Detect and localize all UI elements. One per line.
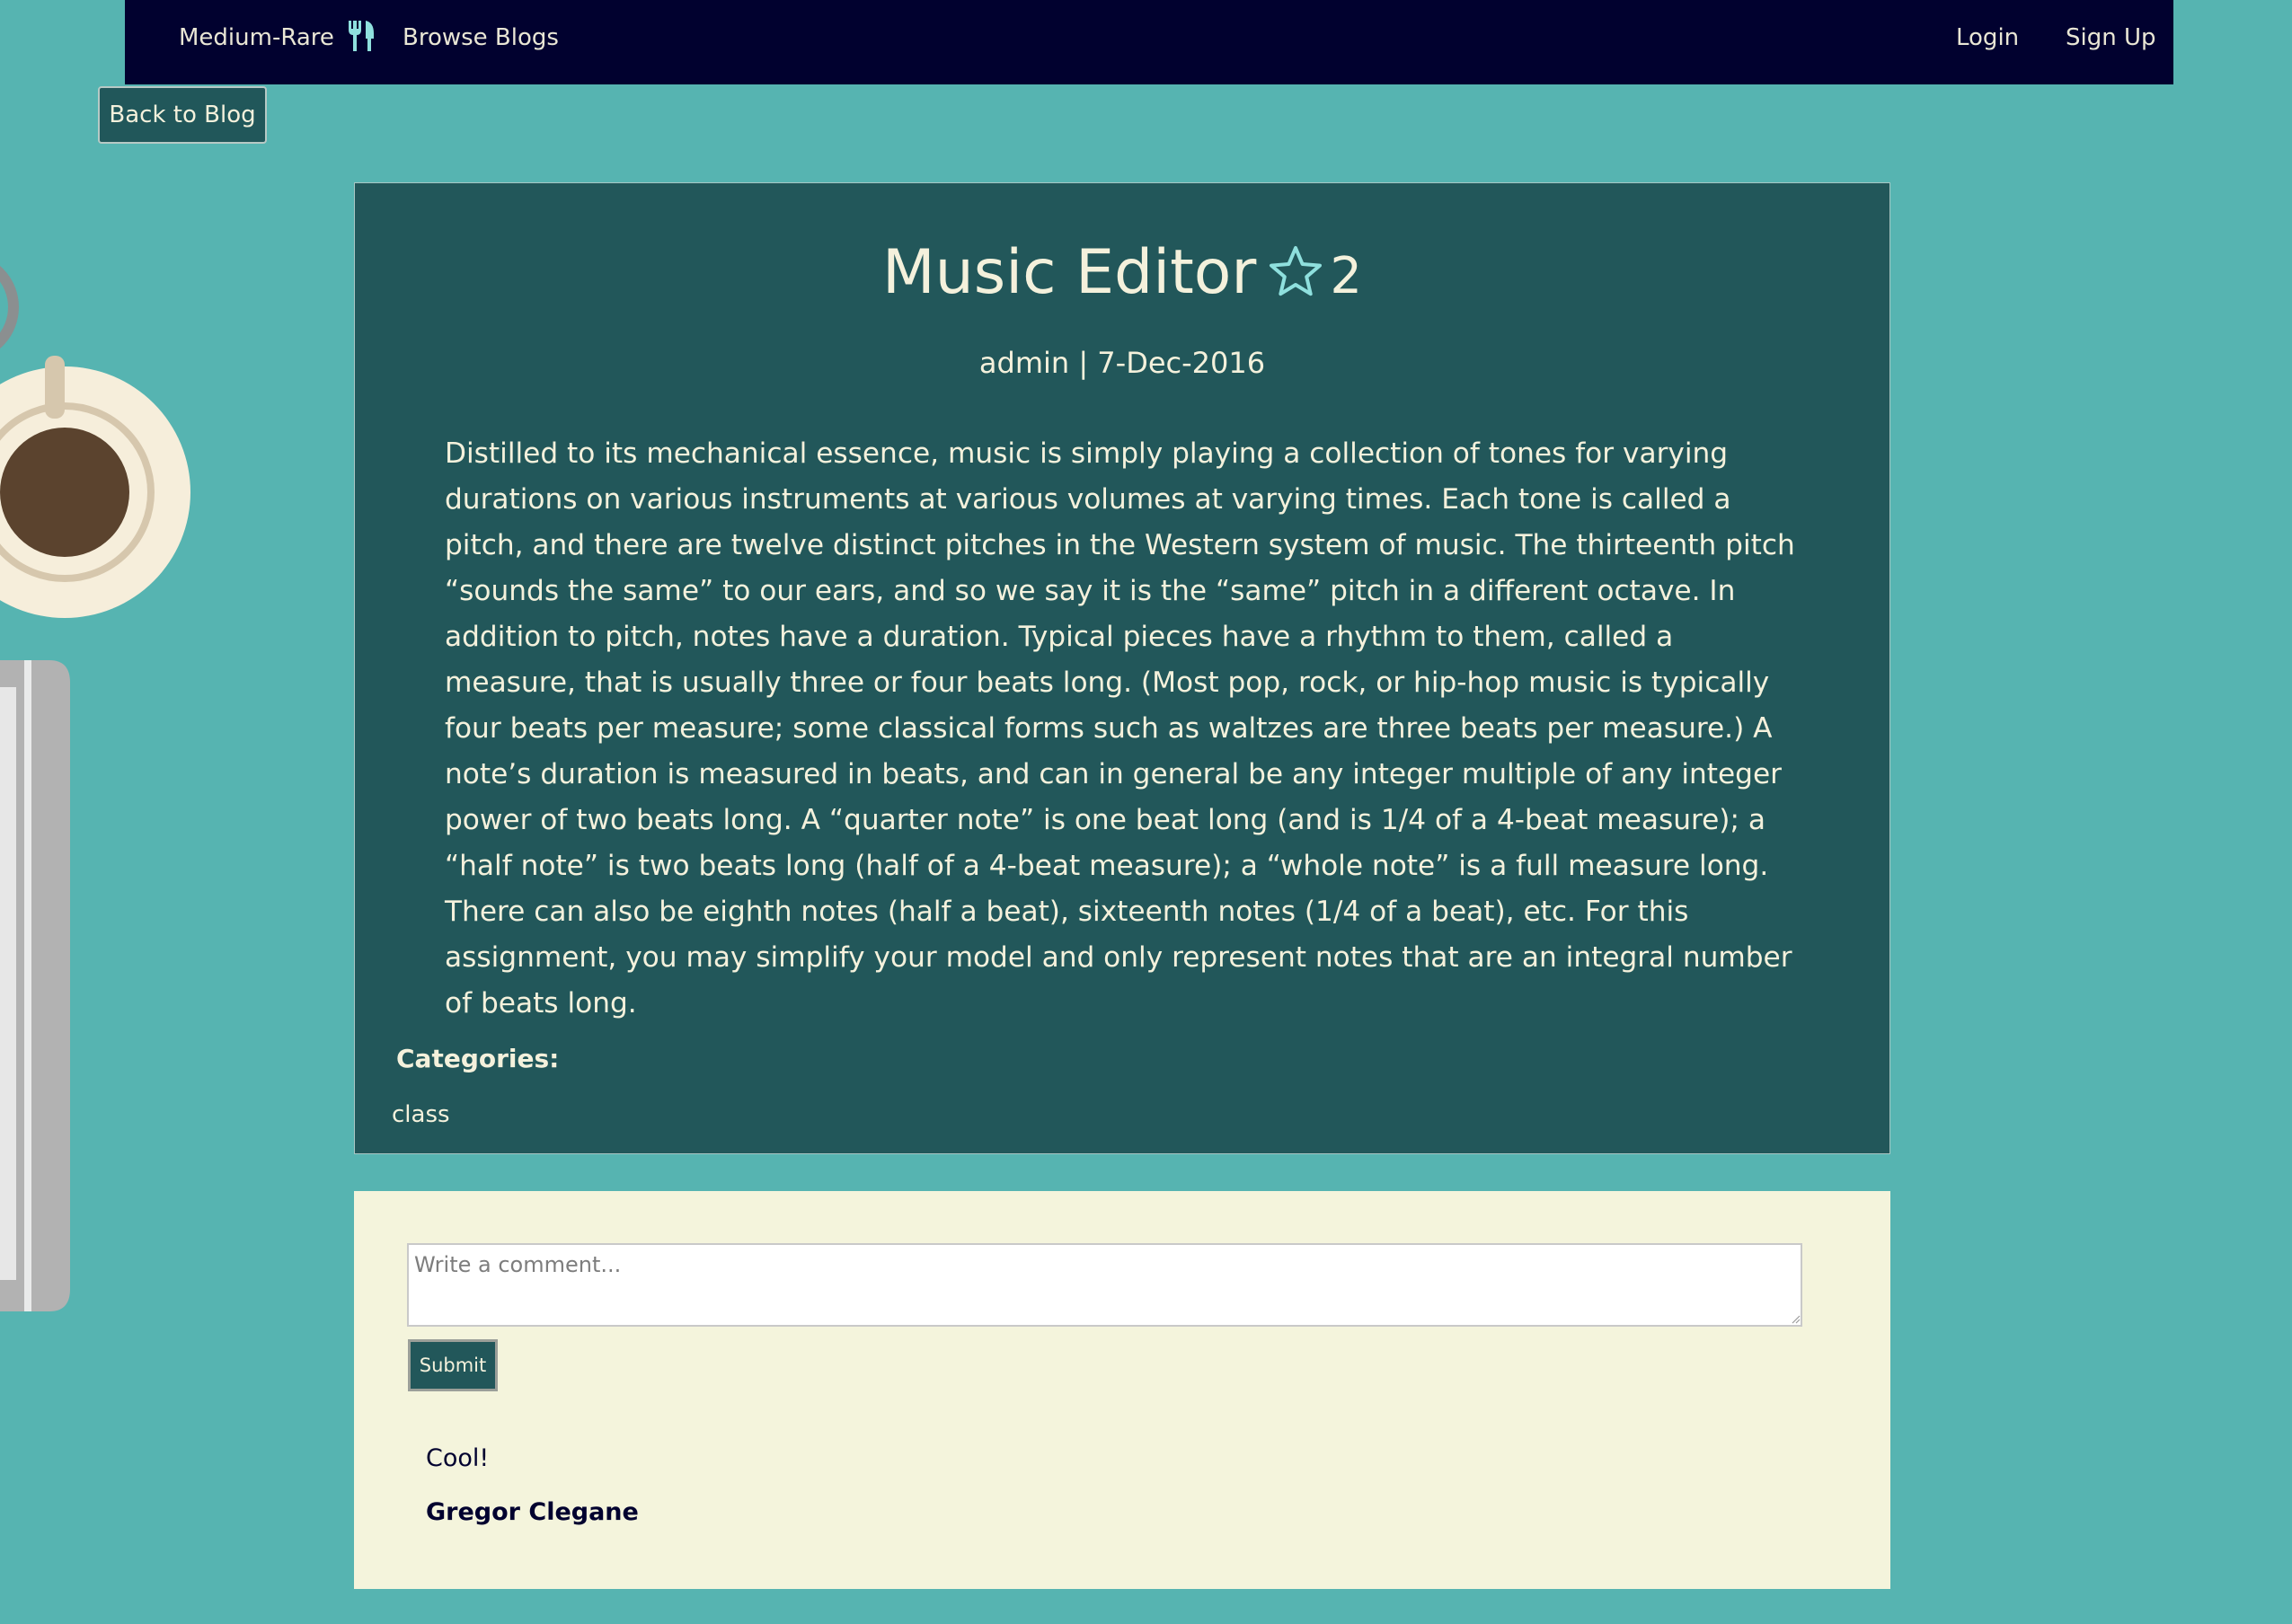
browse-blogs-link[interactable]: Browse Blogs — [403, 0, 559, 75]
comment-author: Gregor Clegane — [426, 1498, 639, 1526]
submit-comment-button[interactable]: Submit — [408, 1339, 498, 1391]
article-card: Music Editor 2 admin | 7-Dec-2016 Distil… — [354, 182, 1890, 1154]
resize-grip-icon[interactable] — [1792, 1315, 1801, 1324]
article-title-text: Music Editor — [882, 237, 1257, 308]
cup-edge-decoration — [0, 265, 19, 349]
back-to-blog-button[interactable]: Back to Blog — [98, 86, 267, 144]
article-meta: admin | 7-Dec-2016 — [978, 346, 1266, 380]
article-title: Music Editor 2 — [355, 228, 1889, 322]
category-tag[interactable]: class — [392, 1101, 450, 1128]
star-count: 2 — [1330, 247, 1362, 305]
star-outline-icon[interactable] — [1269, 245, 1323, 297]
comment-input[interactable] — [407, 1243, 1802, 1327]
notebook-icon — [0, 660, 70, 1311]
comments-section: Submit Cool! Gregor Clegane — [354, 1191, 1890, 1589]
signup-link[interactable]: Sign Up — [2066, 0, 2156, 75]
categories-heading: Categories: — [396, 1044, 560, 1073]
fork-knife-icon — [349, 20, 375, 51]
brand-link[interactable]: Medium-Rare — [179, 0, 376, 75]
article-body: Distilled to its mechanical essence, mus… — [445, 437, 1795, 1019]
coffee-cup-icon — [0, 356, 190, 618]
comment-text: Cool! — [426, 1444, 490, 1472]
brand-name: Medium-Rare — [179, 24, 334, 51]
top-navbar: Medium-Rare Browse Blogs Login Sign Up — [125, 0, 2173, 84]
desk-decoration — [0, 265, 190, 1311]
login-link[interactable]: Login — [1956, 0, 2019, 75]
